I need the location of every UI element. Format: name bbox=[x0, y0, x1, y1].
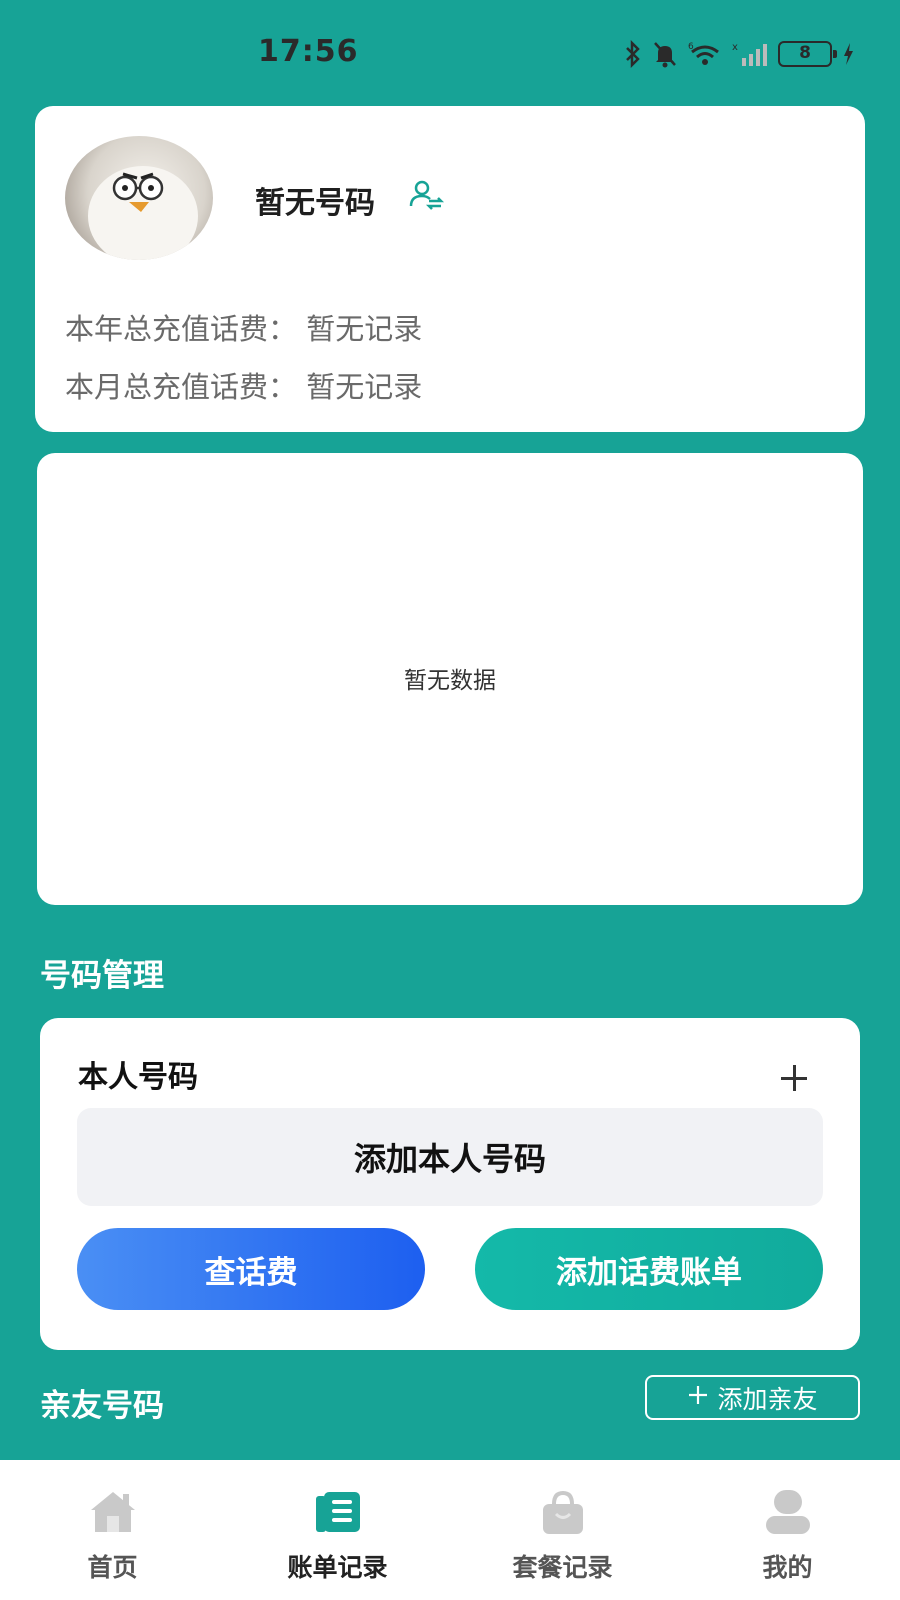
status-bar: 17:56 6 x 8 bbox=[0, 0, 900, 100]
charging-icon bbox=[842, 41, 854, 67]
nav-item-bills[interactable]: 账单记录 bbox=[225, 1460, 450, 1600]
number-management-card: 本人号码 添加本人号码 查话费 添加话费账单 bbox=[40, 1018, 860, 1350]
add-self-number-button[interactable]: 添加本人号码 bbox=[77, 1108, 823, 1206]
add-number-plus-button[interactable] bbox=[776, 1060, 812, 1096]
battery-indicator: 8 bbox=[778, 41, 837, 67]
bag-icon bbox=[537, 1488, 589, 1536]
bell-muted-icon bbox=[652, 40, 678, 68]
phone-number-label: 暂无号码 bbox=[255, 186, 375, 221]
add-bill-button[interactable]: 添加话费账单 bbox=[475, 1228, 823, 1310]
nav-label-packages: 套餐记录 bbox=[512, 1553, 613, 1582]
chart-card: 暂无数据 bbox=[37, 453, 863, 905]
bluetooth-icon bbox=[624, 40, 642, 68]
year-total-recharge: 本年总充值话费： 暂无记录 bbox=[65, 312, 423, 346]
status-icons: 6 x 8 bbox=[624, 38, 854, 70]
avatar[interactable] bbox=[65, 136, 213, 260]
section-title-friends: 亲友号码 bbox=[40, 1388, 164, 1424]
switch-account-icon[interactable] bbox=[407, 178, 447, 212]
query-fee-button[interactable]: 查话费 bbox=[77, 1228, 425, 1310]
section-title-number-management: 号码管理 bbox=[40, 958, 164, 994]
nav-item-mine[interactable]: 我的 bbox=[675, 1460, 900, 1600]
plus-icon bbox=[687, 1383, 709, 1412]
nav-item-packages[interactable]: 套餐记录 bbox=[450, 1460, 675, 1600]
month-total-recharge: 本月总充值话费： 暂无记录 bbox=[65, 370, 423, 404]
add-friend-button[interactable]: 添加亲友 bbox=[645, 1375, 860, 1420]
user-icon bbox=[762, 1488, 814, 1536]
add-friend-label: 添加亲友 bbox=[717, 1384, 818, 1414]
empty-state-text: 暂无数据 bbox=[404, 668, 496, 694]
signal-icon: x bbox=[732, 40, 768, 68]
bottom-nav: 首页 账单记录 套餐记录 我的 bbox=[0, 1460, 900, 1600]
svg-text:x: x bbox=[732, 42, 738, 53]
bill-icon bbox=[312, 1488, 364, 1536]
nav-item-home[interactable]: 首页 bbox=[0, 1460, 225, 1600]
nav-label-mine: 我的 bbox=[762, 1553, 813, 1582]
profile-card: 暂无号码 本年总充值话费： 暂无记录 本月总充值话费： 暂无记录 bbox=[35, 106, 865, 432]
home-icon bbox=[87, 1488, 139, 1536]
self-number-title: 本人号码 bbox=[78, 1060, 198, 1095]
nav-label-home: 首页 bbox=[87, 1553, 138, 1582]
nav-label-bills: 账单记录 bbox=[287, 1553, 388, 1582]
status-time: 17:56 bbox=[258, 34, 359, 69]
wifi-icon: 6 bbox=[688, 40, 722, 68]
